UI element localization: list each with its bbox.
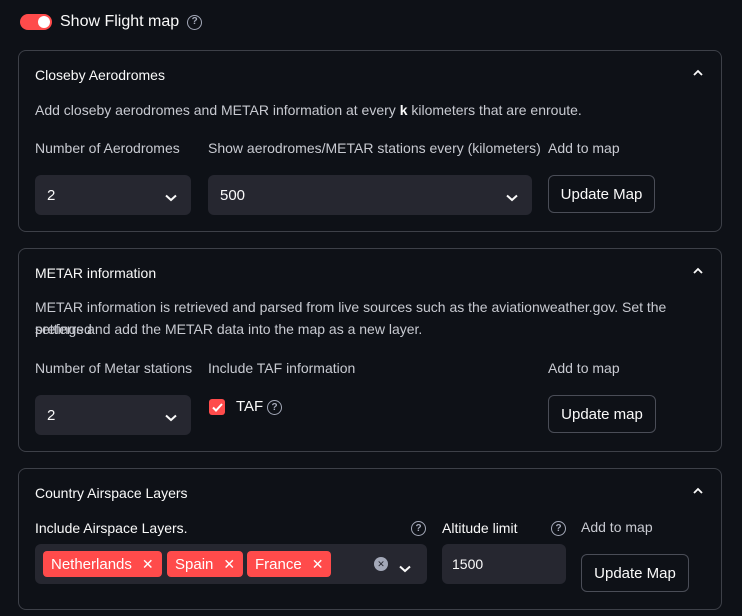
tag-netherlands: Netherlands ✕	[43, 551, 162, 577]
toggle-knob	[38, 16, 50, 28]
checkmark-icon	[211, 402, 223, 412]
flight-map-toggle-row: Show Flight map ?	[20, 10, 203, 34]
remove-tag-icon[interactable]: ✕	[312, 556, 324, 573]
help-icon[interactable]: ?	[267, 400, 282, 415]
metar-add-label: Add to map	[548, 360, 620, 376]
tag-label: Netherlands	[51, 555, 132, 573]
aerodromes-description: Add closeby aerodromes and METAR informa…	[35, 102, 582, 118]
taf-section-label: Include TAF information	[208, 360, 356, 376]
airspace-update-map-button[interactable]: Update Map	[581, 554, 689, 592]
taf-checkbox-label: TAF	[236, 398, 264, 415]
aerodromes-add-label: Add to map	[548, 140, 620, 156]
taf-checkbox[interactable]	[209, 399, 225, 415]
aerodromes-count-label: Number of Aerodromes	[35, 140, 180, 156]
collapse-chevron-up-icon[interactable]	[693, 487, 703, 497]
tag-spain: Spain ✕	[167, 551, 244, 577]
aerodromes-card: Closeby Aerodromes Add closeby aerodrome…	[18, 50, 722, 232]
help-icon[interactable]: ?	[551, 521, 566, 536]
metar-count-value: 2	[47, 406, 56, 424]
aerodromes-count-value: 2	[47, 186, 56, 204]
metar-count-label: Number of Metar stations	[35, 360, 193, 376]
chevron-down-icon	[506, 189, 518, 206]
chevron-down-icon	[165, 409, 177, 426]
chevron-down-icon[interactable]	[399, 560, 411, 578]
chevron-down-icon	[165, 189, 177, 206]
airspace-layers-multiselect[interactable]: Netherlands ✕ Spain ✕ France ✕ ✕	[35, 544, 427, 584]
flight-map-toggle-label: Show Flight map	[60, 13, 180, 30]
aerodromes-every-select[interactable]: 500	[208, 175, 532, 215]
remove-tag-icon[interactable]: ✕	[142, 556, 154, 573]
airspace-card: Country Airspace Layers Include Airspace…	[18, 468, 722, 610]
metar-update-map-button[interactable]: Update map	[548, 395, 656, 433]
altitude-limit-label: Altitude limit	[442, 520, 518, 536]
aerodromes-every-value: 500	[220, 186, 246, 204]
aerodromes-count-select[interactable]: 2	[35, 175, 191, 215]
airspace-layers-label: Include Airspace Layers.	[35, 520, 188, 536]
clear-all-icon[interactable]: ✕	[374, 557, 388, 571]
airspace-card-title: Country Airspace Layers	[35, 485, 188, 501]
tag-label: France	[255, 555, 302, 573]
tag-france: France ✕	[247, 551, 332, 577]
altitude-limit-value: 1500	[452, 556, 484, 572]
tag-label: Spain	[175, 555, 214, 573]
metar-card-title: METAR information	[35, 265, 157, 281]
metar-description-line2: settings and add the METAR data into the…	[35, 321, 423, 337]
metar-count-select[interactable]: 2	[35, 395, 191, 435]
collapse-chevron-up-icon[interactable]	[693, 267, 703, 277]
aerodromes-card-title: Closeby Aerodromes	[35, 67, 165, 83]
metar-card: METAR information METAR information is r…	[18, 248, 722, 452]
help-icon[interactable]: ?	[187, 14, 203, 30]
altitude-limit-input[interactable]: 1500	[442, 544, 566, 584]
remove-tag-icon[interactable]: ✕	[223, 556, 235, 573]
flight-map-toggle[interactable]	[20, 14, 52, 30]
collapse-chevron-up-icon[interactable]	[693, 69, 703, 79]
aerodromes-every-label: Show aerodromes/METAR stations every (ki…	[208, 140, 541, 156]
help-icon[interactable]: ?	[411, 521, 426, 536]
airspace-add-label: Add to map	[581, 519, 653, 535]
aerodromes-update-map-button[interactable]: Update Map	[548, 175, 655, 213]
